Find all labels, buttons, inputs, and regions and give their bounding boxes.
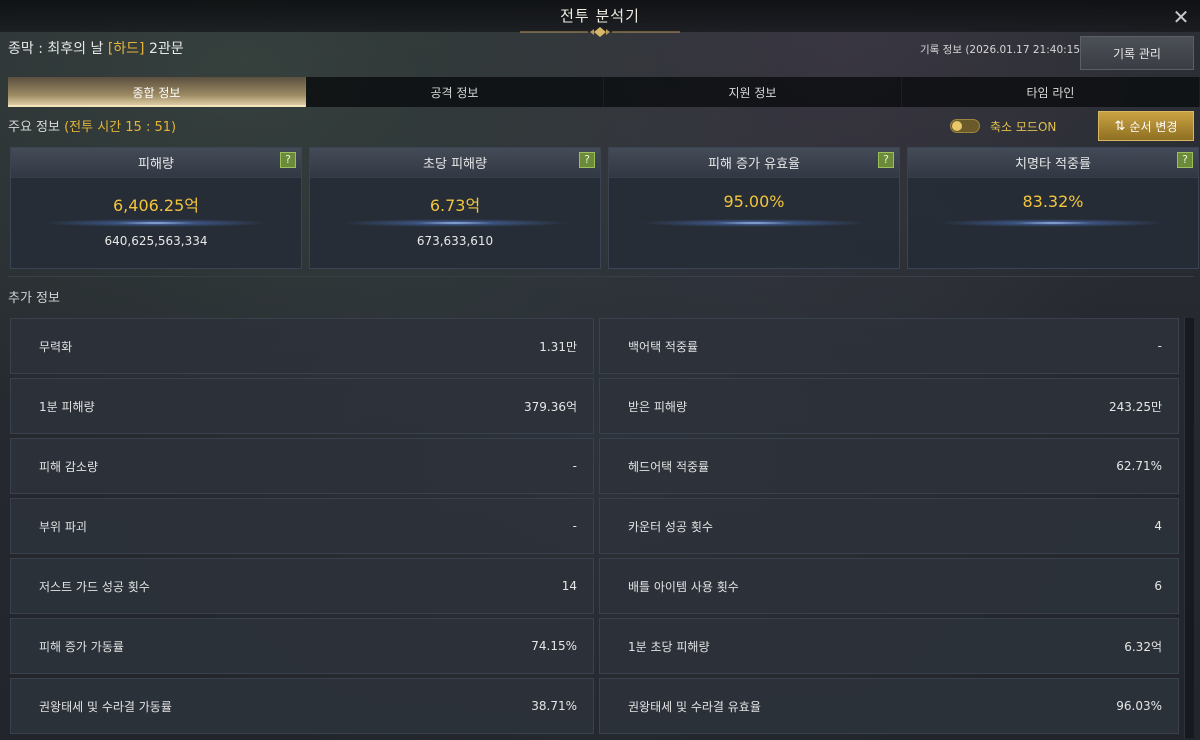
stat-card-subvalue: 673,633,610 <box>416 234 494 248</box>
stat-card-damage: 피해량 ? 6,406.25억 640,625,563,334 <box>10 147 302 269</box>
window-title: 전투 분석기 <box>560 7 640 25</box>
row-label: 배틀 아이템 사용 횟수 <box>628 579 739 594</box>
table-row: 피해 감소량 - <box>10 438 594 494</box>
stat-card-title: 치명타 적중률 <box>908 148 1198 178</box>
battle-time: (전투 시간 15 : 51) <box>64 120 177 135</box>
section-divider <box>8 276 1194 277</box>
table-row: 무력화 1.31만 <box>10 318 594 374</box>
scrollbar[interactable] <box>1184 318 1194 738</box>
stat-card-value: 6.73억 <box>429 196 481 215</box>
compact-mode-toggle[interactable] <box>950 119 980 133</box>
stat-card-subvalue: 640,625,563,334 <box>104 234 208 248</box>
stat-card-value: 83.32% <box>1022 192 1084 211</box>
tab-bar: 종합 정보 공격 정보 지원 정보 타임 라인 <box>8 77 1200 107</box>
dungeon-title: 종막 : 최후의 날 [하드] 2관문 <box>8 38 184 58</box>
row-label: 권왕태세 및 수라결 가동률 <box>39 699 172 714</box>
help-icon[interactable]: ? <box>280 152 296 168</box>
order-change-label: 순서 변경 <box>1129 119 1178 134</box>
tab-attack[interactable]: 공격 정보 <box>306 77 604 107</box>
order-change-button[interactable]: ⇅ 순서 변경 <box>1098 111 1194 141</box>
glow-divider <box>41 219 271 227</box>
row-value: 243.25만 <box>1108 399 1162 414</box>
stat-card-value: 95.00% <box>723 192 785 211</box>
stat-card-title: 피해량 <box>11 148 301 178</box>
help-icon[interactable]: ? <box>579 152 595 168</box>
stat-card-damage-increase: 피해 증가 유효율 ? 95.00% <box>608 147 900 269</box>
table-row: 권왕태세 및 수라결 가동률 38.71% <box>10 678 594 734</box>
table-row: 카운터 성공 횟수 4 <box>599 498 1179 554</box>
row-label: 무력화 <box>39 339 73 354</box>
table-row: 헤드어택 적중률 62.71% <box>599 438 1179 494</box>
row-label: 받은 피해량 <box>628 399 688 414</box>
stat-card-title: 피해 증가 유효율 <box>609 148 899 178</box>
table-row: 받은 피해량 243.25만 <box>599 378 1179 434</box>
row-value: 6 <box>1154 579 1162 593</box>
table-row: 백어택 적중률 - <box>599 318 1179 374</box>
help-icon[interactable]: ? <box>1177 152 1193 168</box>
tab-timeline[interactable]: 타임 라인 <box>902 77 1200 107</box>
table-row: 1분 초당 피해량 6.32억 <box>599 618 1179 674</box>
stat-card-title: 초당 피해량 <box>310 148 600 178</box>
tab-support[interactable]: 지원 정보 <box>604 77 902 107</box>
title-bar: 전투 분석기 ✕ <box>0 0 1200 37</box>
record-manage-button[interactable]: 기록 관리 <box>1080 36 1194 70</box>
help-icon[interactable]: ? <box>878 152 894 168</box>
row-value: - <box>1157 339 1162 353</box>
row-label: 저스트 가드 성공 횟수 <box>39 579 150 594</box>
main-info-label: 주요 정보 (전투 시간 15 : 51) <box>8 116 176 135</box>
tab-overview[interactable]: 종합 정보 <box>8 77 306 107</box>
record-info: 기록 정보 (2026.01.17 21:40:15) <box>920 44 1085 56</box>
title-ornament-icon <box>520 27 680 37</box>
row-value: 4 <box>1154 519 1162 533</box>
row-value: 14 <box>561 579 577 593</box>
row-label: 백어택 적중률 <box>628 339 699 354</box>
row-value: 74.15% <box>531 639 577 653</box>
row-value: 96.03% <box>1116 699 1162 713</box>
row-value: 1.31만 <box>539 339 577 354</box>
dungeon-name: 종막 : 최후의 날 <box>8 41 108 57</box>
glow-divider <box>340 219 570 227</box>
table-row: 부위 파괴 - <box>10 498 594 554</box>
row-value: 62.71% <box>1116 459 1162 473</box>
row-value: - <box>572 519 577 533</box>
swap-icon: ⇅ <box>1114 118 1126 134</box>
row-value: 38.71% <box>531 699 577 713</box>
close-button[interactable]: ✕ <box>1170 6 1192 28</box>
table-row: 권왕태세 및 수라결 유효율 96.03% <box>599 678 1179 734</box>
row-label: 피해 증가 가동률 <box>39 639 124 654</box>
stat-card-crit-rate: 치명타 적중률 ? 83.32% <box>907 147 1199 269</box>
stat-card-dps: 초당 피해량 ? 6.73억 673,633,610 <box>309 147 601 269</box>
stage-label: 2관문 <box>144 41 184 57</box>
toggle-knob <box>952 121 962 131</box>
table-row: 피해 증가 가동률 74.15% <box>10 618 594 674</box>
extra-info-label: 추가 정보 <box>8 291 60 306</box>
main-info-title: 주요 정보 <box>8 120 65 135</box>
row-label: 부위 파괴 <box>39 519 87 534</box>
row-value: 379.36억 <box>523 399 577 414</box>
row-label: 권왕태세 및 수라결 유효율 <box>628 699 761 714</box>
row-value: 6.32억 <box>1124 639 1162 654</box>
glow-divider <box>639 219 869 227</box>
table-row: 저스트 가드 성공 횟수 14 <box>10 558 594 614</box>
glow-divider <box>938 219 1168 227</box>
row-label: 1분 피해량 <box>39 399 95 414</box>
table-row: 1분 피해량 379.36억 <box>10 378 594 434</box>
difficulty-label: [하드] <box>107 41 145 57</box>
stat-card-value: 6,406.25억 <box>113 196 199 215</box>
row-label: 1분 초당 피해량 <box>628 639 710 654</box>
row-value: - <box>572 459 577 473</box>
table-row: 배틀 아이템 사용 횟수 6 <box>599 558 1179 614</box>
compact-mode-label: 축소 모드ON <box>990 120 1057 134</box>
row-label: 헤드어택 적중률 <box>628 459 710 474</box>
row-label: 카운터 성공 횟수 <box>628 519 713 534</box>
row-label: 피해 감소량 <box>39 459 99 474</box>
